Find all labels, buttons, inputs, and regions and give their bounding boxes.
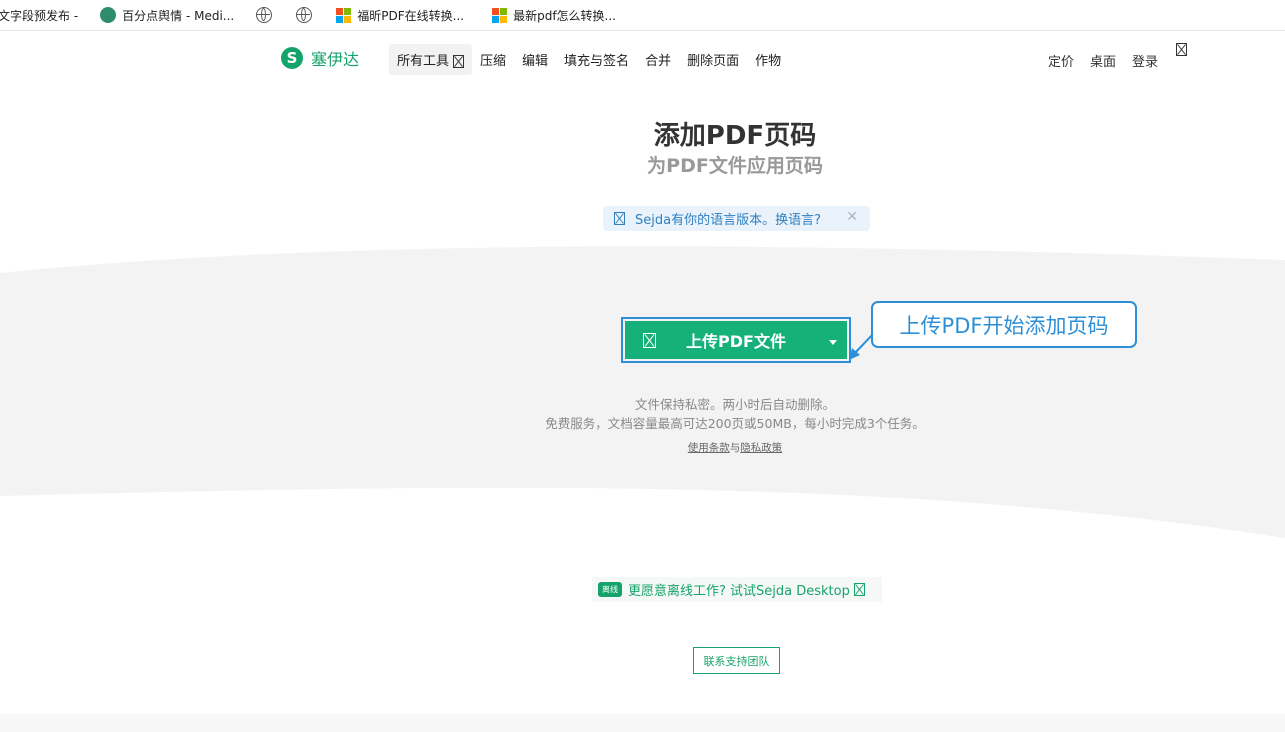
footer-strip <box>0 714 1285 732</box>
top-nav: S 塞伊达 所有工具 压缩 编辑 填充与签名 合并 删除页面 作物 定价 桌面 … <box>0 31 1285 87</box>
external-link-icon <box>853 583 865 596</box>
links-separator: 与 <box>729 442 741 454</box>
menu-fill-sign[interactable]: 填充与签名 <box>556 44 637 75</box>
menu-icon[interactable] <box>1176 43 1187 56</box>
desktop-promo-text: 更愿意离线工作? 试试Sejda Desktop <box>628 584 850 599</box>
language-notice-text: Sejda有你的语言版本。换语言? <box>635 213 821 228</box>
language-notice[interactable]: Sejda有你的语言版本。换语言? ✕ <box>603 206 870 231</box>
contact-support-button[interactable]: 联系支持团队 <box>693 647 780 674</box>
bookmark-1[interactable]: 文字段预发布 - <box>0 7 78 24</box>
right-nav: 定价 桌面 登录 <box>1032 43 1187 70</box>
upload-icon <box>643 332 656 348</box>
app-icon <box>100 7 117 23</box>
menu-all-tools[interactable]: 所有工具 <box>389 44 473 75</box>
bookmark-label: 最新pdf怎么转换... <box>513 8 616 23</box>
menu-label: 所有工具 <box>397 54 450 69</box>
language-icon <box>614 212 625 225</box>
bookmark-6[interactable]: 最新pdf怎么转换... <box>492 7 616 24</box>
logo-icon: S <box>281 47 303 69</box>
bookmark-2[interactable]: 百分点舆情 - Medi... <box>100 7 234 24</box>
annotation-callout: 上传PDF开始添加页码 <box>871 301 1137 348</box>
bookmark-3[interactable] <box>256 7 278 23</box>
globe-icon <box>296 7 313 23</box>
desktop-promo[interactable]: 离线 更愿意离线工作? 试试Sejda Desktop <box>592 577 882 602</box>
bookmark-label: 文字段预发布 - <box>0 8 79 23</box>
main-menu: 所有工具 压缩 编辑 填充与签名 合并 删除页面 作物 <box>389 44 789 75</box>
limits-note: 免费服务，文档容量最高可达200页或50MB，每小时完成3个任务。 <box>545 416 925 431</box>
menu-crop[interactable]: 作物 <box>747 44 789 75</box>
bookmark-label: 百分点舆情 - Medi... <box>122 8 235 23</box>
menu-delete-pages[interactable]: 删除页面 <box>679 44 747 75</box>
menu-compress[interactable]: 压缩 <box>472 44 514 75</box>
chevron-down-icon[interactable] <box>829 340 837 345</box>
bookmarks-bar: 文字段预发布 - 百分点舆情 - Medi... 福昕PDF在线转换... 最新… <box>0 0 1285 31</box>
privacy-link[interactable]: 隐私政策 <box>740 442 782 454</box>
globe-icon <box>256 7 273 23</box>
brand-name: 塞伊达 <box>311 50 360 69</box>
windows-icon <box>492 7 508 23</box>
nav-pricing[interactable]: 定价 <box>1048 51 1074 70</box>
windows-icon <box>336 7 352 23</box>
upload-label: 上传PDF文件 <box>686 332 786 351</box>
page-title: 添加PDF页码 <box>653 121 817 151</box>
privacy-note: 文件保持私密。两小时后自动删除。 <box>634 397 835 412</box>
legal-links: 使用条款与隐私政策 <box>0 440 1285 455</box>
logo[interactable]: S 塞伊达 <box>281 46 359 70</box>
terms-link[interactable]: 使用条款 <box>688 442 730 454</box>
background-wave <box>0 246 1285 538</box>
offline-badge: 离线 <box>598 582 622 597</box>
bookmark-4[interactable] <box>296 7 318 23</box>
nav-desktop[interactable]: 桌面 <box>1090 51 1116 70</box>
bookmark-label: 福昕PDF在线转换... <box>357 8 465 23</box>
dropdown-icon <box>453 55 465 68</box>
bookmark-5[interactable]: 福昕PDF在线转换... <box>336 7 464 24</box>
menu-merge[interactable]: 合并 <box>637 44 679 75</box>
upload-button[interactable]: 上传PDF文件 <box>625 321 847 359</box>
close-icon[interactable]: ✕ <box>846 209 858 225</box>
menu-edit[interactable]: 编辑 <box>514 44 556 75</box>
nav-login[interactable]: 登录 <box>1132 51 1158 70</box>
upload-highlight: 上传PDF文件 <box>621 317 851 363</box>
page-subtitle: 为PDF文件应用页码 <box>647 155 823 177</box>
